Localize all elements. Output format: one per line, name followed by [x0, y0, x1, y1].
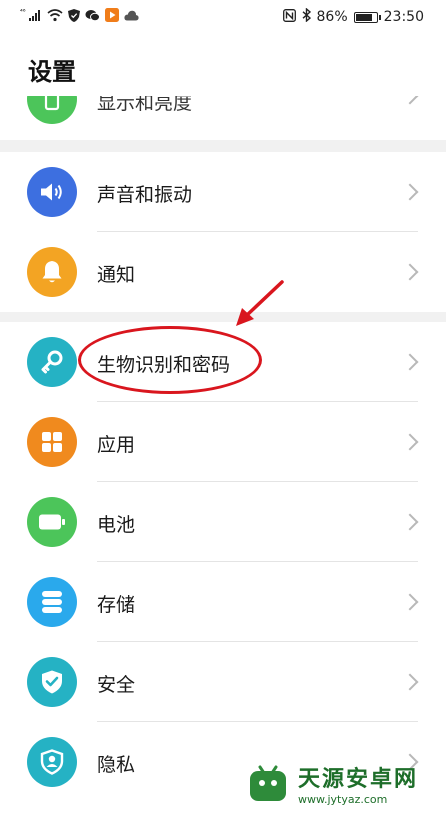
settings-group-main: 生物识别和密码 应用 电池 存储 安全 隐私: [0, 322, 446, 802]
settings-item-label: 隐私: [97, 754, 136, 776]
chevron-right-icon: [401, 433, 419, 451]
wifi-icon: [47, 8, 63, 26]
battery-percent: 86%: [316, 9, 348, 25]
status-bar: ⁴⁶ 86% 23:50: [0, 0, 446, 34]
svg-text:⁴⁶: ⁴⁶: [20, 8, 26, 16]
battery-icon: [353, 11, 381, 23]
bluetooth-icon: [302, 7, 311, 26]
chevron-right-icon: [401, 513, 419, 531]
settings-item-battery[interactable]: 电池: [0, 482, 446, 562]
chevron-right-icon: [401, 183, 419, 201]
settings-item-apps[interactable]: 应用: [0, 402, 446, 482]
settings-item-label: 电池: [97, 514, 136, 536]
nfc-icon: [282, 8, 296, 26]
grid-icon: [27, 417, 77, 467]
annotation-circle: [78, 326, 262, 394]
privacy-shield-icon: [27, 737, 77, 787]
android-logo-icon: [250, 765, 286, 801]
status-bar-right: 86% 23:50: [282, 7, 424, 26]
clock: 23:50: [383, 9, 424, 25]
settings-item-storage[interactable]: 存储: [0, 562, 446, 642]
battery-level: [355, 13, 372, 21]
bell-icon: [27, 247, 77, 297]
settings-item-sound[interactable]: 声音和振动: [0, 152, 446, 232]
page-title: 设置: [28, 58, 76, 86]
settings-item-label: 安全: [97, 674, 136, 696]
settings-item-label: 应用: [97, 434, 136, 456]
watermark: 天源安卓网 www.jytyaz.com: [246, 757, 436, 809]
speaker-icon: [27, 167, 77, 217]
section-divider: [0, 140, 446, 152]
settings-item-label: 声音和振动: [97, 184, 193, 206]
settings-item-label: 存储: [97, 594, 136, 616]
status-bar-left: ⁴⁶: [20, 8, 139, 26]
settings-item-notifications[interactable]: 通知: [0, 232, 446, 312]
video-app-icon: [105, 8, 119, 26]
chevron-right-icon: [401, 673, 419, 691]
wechat-icon: [85, 9, 100, 26]
chevron-right-icon: [401, 96, 419, 105]
settings-item-label: 通知: [97, 264, 136, 286]
battery-icon: [27, 497, 77, 547]
chevron-right-icon: [401, 263, 419, 281]
storage-icon: [27, 577, 77, 627]
cellular-signal-icon: ⁴⁶: [20, 8, 42, 26]
chevron-right-icon: [401, 353, 419, 371]
display-brightness-icon: [27, 96, 77, 124]
settings-item-label: 显示和亮度: [97, 96, 193, 114]
annotation-arrow-icon: [236, 280, 284, 326]
key-icon: [27, 337, 77, 387]
watermark-url: www.jytyaz.com: [298, 792, 388, 806]
shield-status-icon: [68, 8, 80, 26]
chevron-right-icon: [401, 593, 419, 611]
settings-item-security[interactable]: 安全: [0, 642, 446, 722]
shield-check-icon: [27, 657, 77, 707]
cloud-icon: [124, 10, 139, 25]
watermark-title: 天源安卓网: [298, 766, 419, 792]
settings-group-sound-notifications: 声音和振动 通知: [0, 152, 446, 312]
settings-item-display[interactable]: 显示和亮度: [0, 96, 446, 130]
